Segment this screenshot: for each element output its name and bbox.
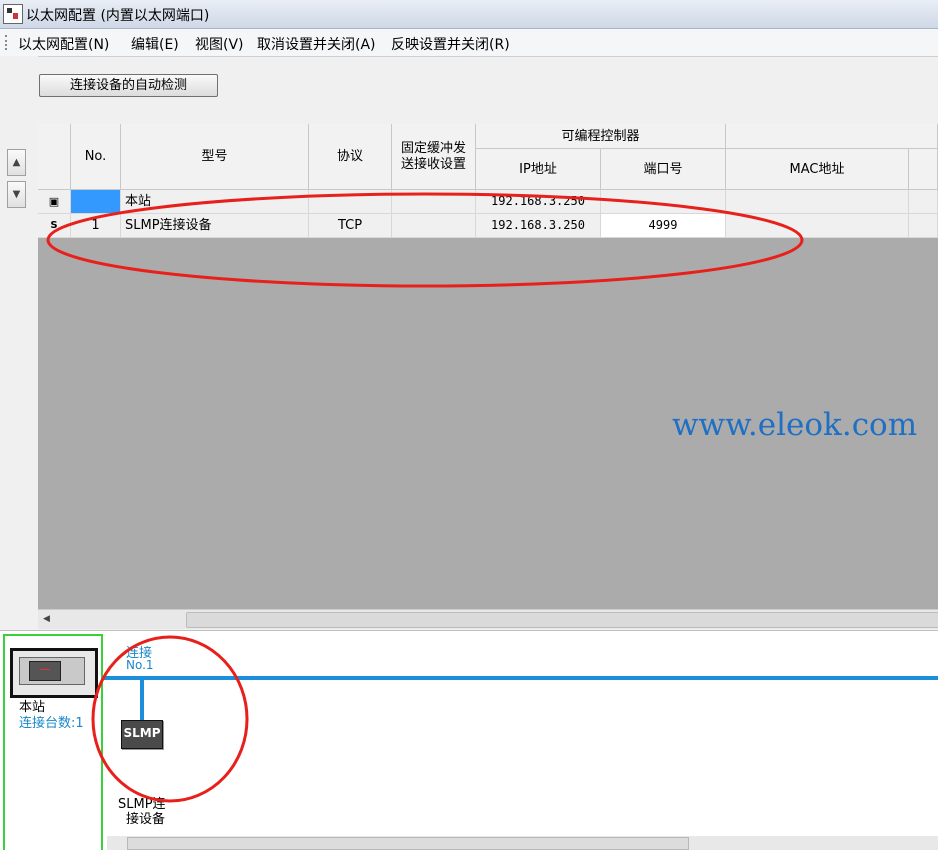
row-port-cell[interactable]: 4999 bbox=[601, 214, 726, 238]
row-protocol-cell[interactable]: TCP bbox=[309, 214, 392, 238]
ethernet-bus-line bbox=[104, 676, 938, 680]
header-blank-group bbox=[726, 124, 938, 149]
row-extra-cell bbox=[909, 214, 938, 238]
menu-ethernet-config[interactable]: 以太网配置(N) bbox=[18, 34, 109, 54]
header-mac: MAC地址 bbox=[726, 149, 909, 190]
window-title: 以太网配置 (内置以太网端口) bbox=[26, 8, 210, 24]
auto-detect-button[interactable]: 连接设备的自动检测 bbox=[39, 74, 218, 97]
header-model: 型号 bbox=[121, 124, 309, 190]
row-buffer-cell[interactable] bbox=[392, 214, 476, 238]
header-extra bbox=[909, 149, 938, 190]
header-no: No. bbox=[71, 124, 121, 190]
diagram-horizontal-scrollbar[interactable] bbox=[107, 836, 938, 850]
move-up-button[interactable]: ▲ bbox=[7, 149, 26, 176]
scroll-thumb[interactable] bbox=[186, 612, 938, 628]
row-icon-station: ▣ bbox=[38, 190, 71, 214]
app-icon bbox=[3, 4, 23, 24]
menu-apply-close[interactable]: 反映设置并关闭(R) bbox=[391, 34, 510, 54]
table-horizontal-scrollbar[interactable]: ◀ bbox=[38, 609, 938, 629]
network-diagram: 本站 连接台数:1 连接 No.1 SLMP SLMP连 接设备 bbox=[0, 630, 938, 850]
move-down-button[interactable]: ▼ bbox=[7, 181, 26, 208]
header-protocol: 协议 bbox=[309, 124, 392, 190]
device-table: No. 型号 协议 固定缓冲发 送接收设置 可编程控制器 IP地址 端口号 MA… bbox=[38, 124, 938, 609]
row-mac-cell[interactable] bbox=[726, 214, 909, 238]
menu-edit[interactable]: 编辑(E) bbox=[131, 34, 179, 54]
connection-no-label: No.1 bbox=[126, 658, 154, 672]
header-fixed-buffer: 固定缓冲发 送接收设置 bbox=[392, 124, 476, 190]
own-station-panel: 本站 连接台数:1 bbox=[3, 634, 103, 850]
row-ip-cell[interactable]: 192.168.3.250 bbox=[476, 190, 601, 214]
slmp-device-icon[interactable]: SLMP bbox=[121, 720, 163, 749]
row-model-cell[interactable]: 本站 bbox=[121, 190, 309, 214]
header-fixed-buffer-line2: 送接收设置 bbox=[400, 157, 466, 172]
station-count-label: 连接台数:1 bbox=[19, 716, 84, 731]
diagram-scroll-thumb[interactable] bbox=[127, 837, 689, 850]
header-fixed-buffer-line1: 固定缓冲发 bbox=[400, 141, 466, 156]
device-name-line2: 接设备 bbox=[126, 812, 166, 827]
row-buffer-cell[interactable] bbox=[392, 190, 476, 214]
left-gutter bbox=[0, 56, 38, 630]
title-bar: 以太网配置 (内置以太网端口) bbox=[0, 0, 938, 29]
row-no-cell-selected[interactable] bbox=[71, 190, 121, 214]
header-ip: IP地址 bbox=[476, 149, 601, 190]
header-plc-group: 可编程控制器 bbox=[476, 124, 726, 149]
row-no-cell[interactable]: 1 bbox=[71, 214, 121, 238]
scroll-left-arrow-icon[interactable]: ◀ bbox=[38, 610, 55, 629]
row-extra-cell bbox=[909, 190, 938, 214]
row-icon-slmp: S bbox=[38, 214, 71, 238]
header-corner bbox=[38, 124, 71, 190]
row-port-cell[interactable] bbox=[601, 190, 726, 214]
menu-cancel-close[interactable]: 取消设置并关闭(A) bbox=[257, 34, 376, 54]
header-port: 端口号 bbox=[601, 149, 726, 190]
row-protocol-cell[interactable] bbox=[309, 190, 392, 214]
watermark-text: www.eleok.com bbox=[672, 407, 918, 443]
row-model-cell[interactable]: SLMP连接设备 bbox=[121, 214, 309, 238]
menu-bar: 以太网配置(N) 编辑(E) 视图(V) 取消设置并关闭(A) 反映设置并关闭(… bbox=[0, 29, 938, 57]
row-ip-cell[interactable]: 192.168.3.250 bbox=[476, 214, 601, 238]
row-mac-cell[interactable] bbox=[726, 190, 909, 214]
plc-station-icon[interactable] bbox=[10, 648, 98, 698]
device-drop-line bbox=[140, 680, 144, 722]
menu-view[interactable]: 视图(V) bbox=[195, 34, 244, 54]
menu-grip-icon bbox=[5, 35, 9, 50]
